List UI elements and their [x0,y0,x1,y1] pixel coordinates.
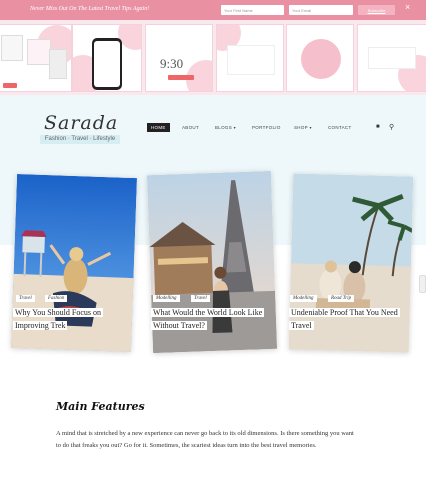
nav-item-shop[interactable]: SHOP ▾ [294,125,312,130]
banner-panel [0,24,72,92]
product-banner[interactable]: 9:30 [0,20,426,95]
post-title[interactable]: What Would the World Look Like Without T… [151,306,265,332]
site-logo[interactable]: Sarada [44,112,118,134]
post-tag[interactable]: Modelling [290,295,317,302]
nav-item-label: SHOP [294,125,308,130]
email-input[interactable]: Your Email [289,5,353,15]
close-icon[interactable]: × [405,2,410,12]
post-title[interactable]: Why You Should Focus on Improving Trek [13,306,104,332]
nav-item-contact[interactable]: CONTACT [328,125,352,130]
phone-mockup [92,38,122,90]
search-icon[interactable]: ⚲ [389,123,394,131]
nav-item-portfolio[interactable]: PORTFOLIO [252,125,281,130]
banner-panel [286,24,354,92]
post-title[interactable]: Undeniable Proof That You Need Travel [289,306,400,332]
subscribe-button[interactable]: Subscribe [358,5,395,15]
nav-item-label: BLOGS [215,125,233,130]
first-name-input[interactable]: Your First Name [221,5,284,15]
notification-bar: Never Miss Out On The Latest Travel Tips… [0,0,426,20]
post-tag[interactable]: Modelling [153,295,180,302]
nav-item-about[interactable]: ABOUT [182,125,199,130]
post-tag[interactable]: Travel [191,295,210,302]
banner-panel [357,24,426,92]
section-title: Main Features [56,400,145,413]
slider-scroll-handle[interactable] [419,275,426,293]
post-tag[interactable]: Road Trip [328,295,355,302]
nav-item-blogs[interactable]: BLOGS ▾ [215,125,236,130]
cart-icon[interactable]: ■ [376,124,380,130]
nav-item-home[interactable]: HOME [147,123,170,132]
site-tagline: Fashion · Travel · Lifestyle [40,135,120,144]
banner-panel [216,24,284,92]
section-body: A mind that is stretched by a new experi… [56,430,354,449]
chevron-down-icon: ▾ [309,125,312,130]
post-tag[interactable]: Fashion [45,295,68,302]
notification-message: Never Miss Out On The Latest Travel Tips… [30,6,150,12]
chevron-down-icon: ▾ [233,125,236,130]
clock-display: 9:30 [160,56,184,71]
post-tag[interactable]: Travel [16,295,35,302]
